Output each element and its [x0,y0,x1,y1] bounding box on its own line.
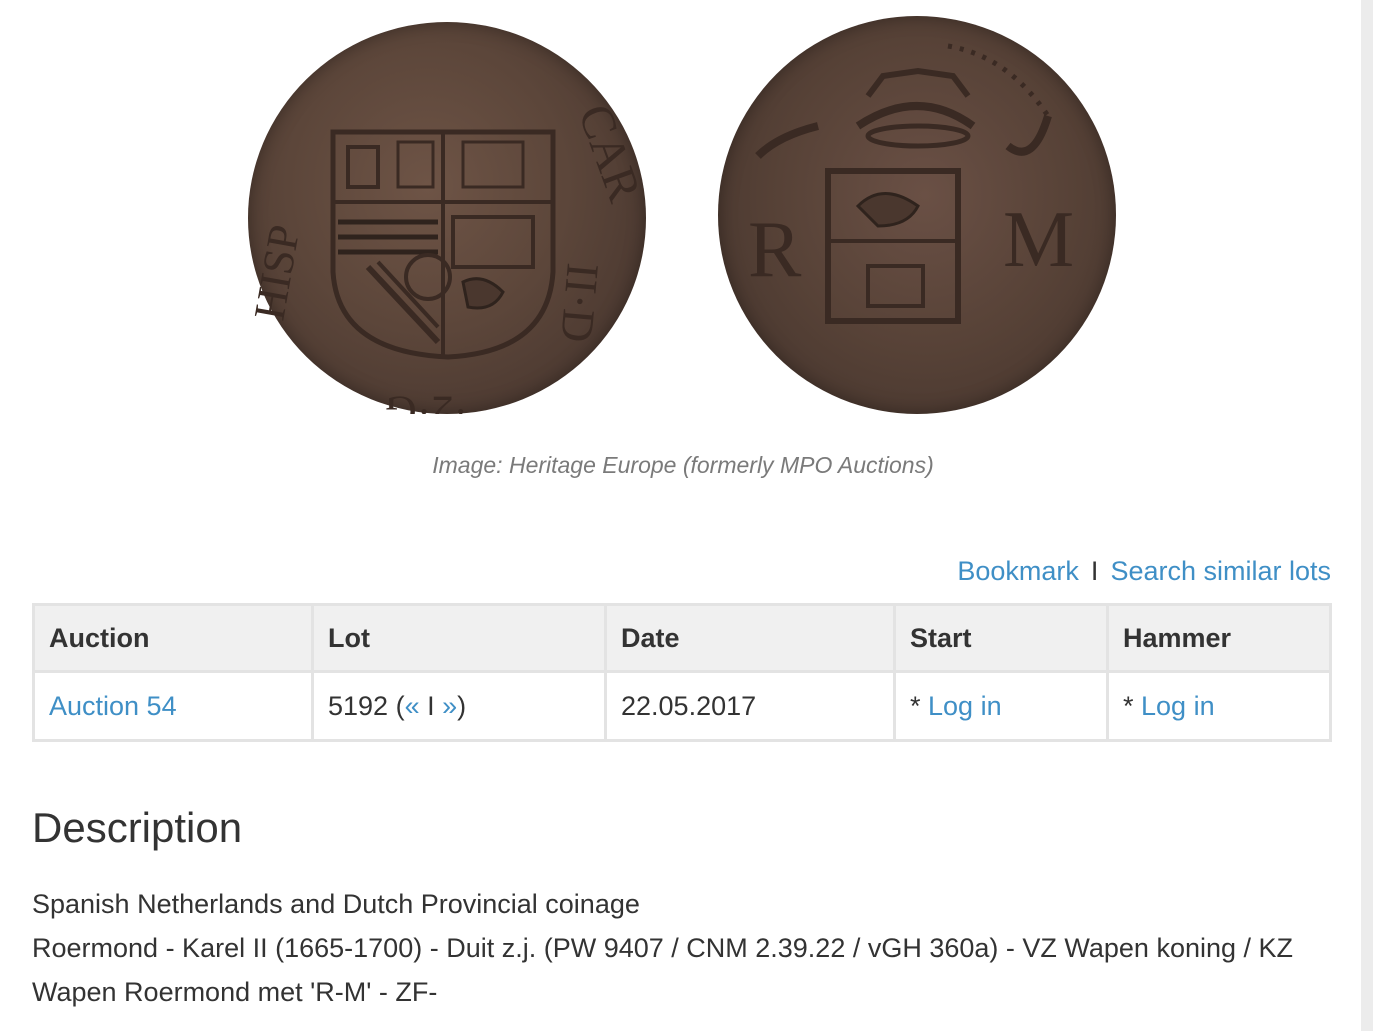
description-line-2: Roermond - Karel II (1665-1700) - Duit z… [32,933,1294,1007]
svg-text:·2·G: ·2·G [385,387,468,414]
lot-detail-page: CAR II·D ·2·G HISP R M Image: Heritage E… [0,0,1361,1031]
header-hammer: Hammer [1106,603,1332,673]
image-caption: Image: Heritage Europe (formerly MPO Auc… [432,452,934,478]
bookmark-link[interactable]: Bookmark [957,556,1079,586]
scrollbar-track[interactable] [1361,0,1373,1031]
actions-separator: I [1090,556,1099,586]
coin-images: CAR II·D ·2·G HISP R M [0,0,1361,440]
start-asterisk: * [910,690,929,721]
cell-auction: Auction 54 [32,670,314,742]
description-body: Spanish Netherlands and Dutch Provincial… [32,882,1342,1014]
header-lot: Lot [311,603,607,673]
hammer-login-link[interactable]: Log in [1141,691,1215,721]
next-lot-link[interactable]: » [442,691,457,721]
header-date: Date [604,603,896,673]
svg-text:II·D: II·D [551,261,609,344]
cell-date: 22.05.2017 [604,670,896,742]
lot-close-paren: ) [457,690,467,721]
auction-link[interactable]: Auction 54 [49,691,177,721]
search-similar-lots-link[interactable]: Search similar lots [1110,556,1331,586]
start-login-link[interactable]: Log in [928,691,1002,721]
lot-number: 5192 ( [328,690,405,721]
previous-lot-link[interactable]: « [405,691,420,721]
svg-text:R: R [748,206,802,294]
description-line-1: Spanish Netherlands and Dutch Provincial… [32,889,640,919]
cell-lot: 5192 (« I ») [311,670,607,742]
coin-reverse-image[interactable]: R M [718,16,1116,414]
lot-actions: Bookmark I Search similar lots [957,556,1331,587]
auction-lot-table: Auction Lot Date Start Hammer Auction 54… [32,603,1332,742]
lot-nav-separator: I [419,690,443,721]
svg-text:M: M [1003,196,1074,284]
hammer-asterisk: * [1123,690,1142,721]
header-auction: Auction [32,603,314,673]
description-heading: Description [32,804,243,851]
coin-obverse-image[interactable]: CAR II·D ·2·G HISP [248,22,646,414]
svg-text:CAR: CAR [568,98,646,209]
svg-text:HISP: HISP [248,221,309,323]
table-row: Auction 54 5192 (« I ») 22.05.2017 * Log… [32,670,1332,742]
table-header-row: Auction Lot Date Start Hammer [32,603,1332,673]
cell-start: * Log in [893,670,1109,742]
header-start: Start [893,603,1109,673]
cell-hammer: * Log in [1106,670,1332,742]
